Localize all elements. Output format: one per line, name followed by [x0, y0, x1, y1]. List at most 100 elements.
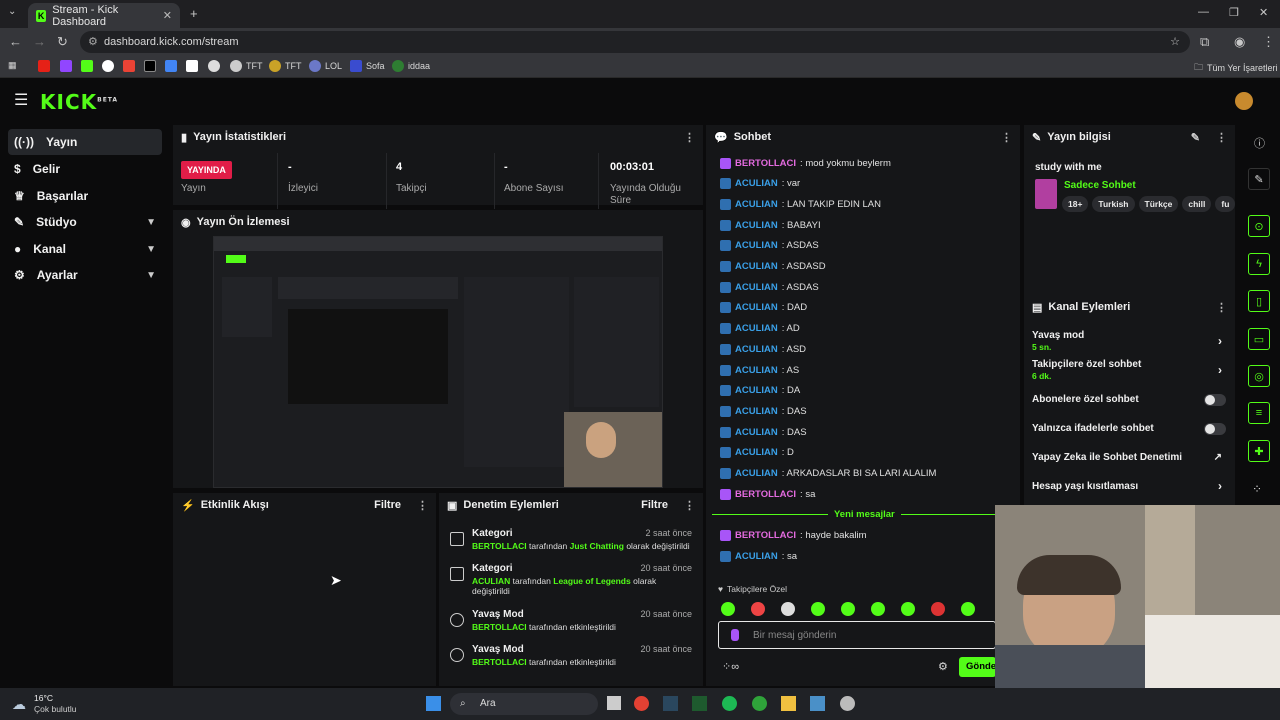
minimize-icon[interactable]: — [1198, 6, 1209, 18]
chat-username[interactable]: ACULIAN [735, 344, 778, 355]
extensions-icon[interactable]: ⧉ [1200, 34, 1209, 50]
steam-app-icon[interactable] [810, 696, 825, 711]
chat-username[interactable]: ACULIAN [735, 468, 778, 479]
chat-username[interactable]: ACULIAN [735, 178, 778, 189]
slow-mode-row[interactable]: Yavaş mod 5 sn. › [1032, 330, 1228, 352]
bookmark-tft-2[interactable]: TFT [269, 60, 302, 72]
spotify-taskbar-icon[interactable] [722, 696, 737, 711]
bookmark-google[interactable] [102, 60, 114, 72]
sidebar-item-studyo[interactable]: ✎ Stüdyo ▼ [8, 209, 162, 235]
sidebar-item-gelir[interactable]: $ Gelir [8, 156, 162, 182]
broadcast-rail-icon[interactable]: ◎ [1248, 365, 1270, 387]
more-options-icon[interactable]: ⋮ [1216, 301, 1227, 314]
age-restriction-row[interactable]: Hesap yaşı kısıtlaması › [1032, 479, 1228, 493]
sidebar-item-kanal[interactable]: ● Kanal ▼ [8, 236, 162, 262]
chat-username[interactable]: ACULIAN [735, 261, 778, 272]
more-options-icon[interactable]: ⋮ [1216, 131, 1227, 144]
document-icon[interactable]: ▯ [1248, 290, 1270, 312]
emote-icon[interactable] [721, 602, 735, 616]
sidebar-item-yayin[interactable]: ((·)) Yayın [8, 129, 162, 155]
bookmark-misc[interactable] [208, 60, 220, 72]
chat-tools-icon[interactable]: ⁘∞ [722, 660, 739, 673]
app-taskbar-icon[interactable] [692, 696, 707, 711]
chat-username[interactable]: ACULIAN [735, 199, 778, 210]
emotes-only-toggle[interactable] [1204, 423, 1226, 435]
chrome-taskbar-icon[interactable] [634, 696, 649, 711]
filter-button[interactable]: Filtre [374, 499, 401, 511]
edit-icon[interactable]: ✎ [1191, 131, 1200, 144]
filter-button[interactable]: Filtre [641, 499, 668, 511]
app-taskbar-icon[interactable] [840, 696, 855, 711]
emote-icon[interactable] [781, 602, 795, 616]
followers-only-row[interactable]: Takipçilere özel sohbet 6 dk. › [1032, 359, 1228, 381]
apps-icon[interactable]: ▦ [8, 60, 17, 71]
extensions-rail-icon[interactable]: ⁘ [1252, 482, 1262, 496]
chat-username[interactable]: BERTOLLACI [735, 530, 796, 541]
sidebar-item-ayarlar[interactable]: ⚙ Ayarlar ▼ [8, 262, 162, 288]
emote-icon[interactable] [871, 602, 885, 616]
site-info-icon[interactable]: ⚙ [88, 31, 98, 53]
more-options-icon[interactable]: ⋮ [1001, 131, 1012, 144]
chat-username[interactable]: BERTOLLACI [735, 158, 796, 169]
hamburger-menu-icon[interactable]: ☰ [14, 90, 28, 110]
url-input[interactable]: ⚙ dashboard.kick.com/stream ☆ [80, 31, 1190, 53]
stack-icon[interactable]: ≡ [1248, 402, 1270, 424]
subs-only-toggle[interactable] [1204, 394, 1226, 406]
chat-username[interactable]: ACULIAN [735, 406, 778, 417]
edit-layout-icon[interactable]: ✎ [1248, 168, 1270, 190]
emote-icon[interactable] [751, 602, 765, 616]
bookmark-star-icon[interactable]: ☆ [1170, 31, 1180, 53]
bookmark-x[interactable] [144, 60, 156, 72]
browser-menu-icon[interactable]: ⋮ [1262, 34, 1275, 50]
windows-start-icon[interactable] [426, 696, 441, 711]
ai-moderation-row[interactable]: Yapay Zeka ile Sohbet Denetimi ↗ [1032, 452, 1228, 463]
more-options-icon[interactable]: ⋮ [417, 499, 428, 512]
send-button[interactable]: Gönder [959, 657, 996, 677]
tag[interactable]: chill [1182, 196, 1212, 212]
emote-icon[interactable] [931, 602, 945, 616]
more-options-icon[interactable]: ⋮ [684, 131, 695, 144]
tools-icon[interactable]: ✚ [1248, 440, 1270, 462]
new-tab-icon[interactable]: + [190, 6, 198, 21]
close-window-icon[interactable]: ✕ [1259, 6, 1268, 19]
emote-icon[interactable] [811, 602, 825, 616]
chat-bubble-icon[interactable]: ▭ [1248, 328, 1270, 350]
chat-username[interactable]: ACULIAN [735, 302, 778, 313]
tag[interactable]: Türkçe [1138, 196, 1179, 212]
profile-icon[interactable]: ◉ [1234, 34, 1245, 50]
bookmark-tft-1[interactable]: TFT [230, 60, 263, 72]
chat-username[interactable]: ACULIAN [735, 447, 778, 458]
bookmark-sofa[interactable]: Sofa [350, 60, 385, 72]
weather-icon[interactable]: ☁ [12, 696, 26, 713]
all-bookmarks[interactable]: 🗀 Tüm Yer İşaretleri [1194, 60, 1278, 76]
browser-tab[interactable]: K Stream - Kick Dashboard ✕ [28, 3, 180, 28]
reload-icon[interactable]: ↻ [57, 34, 68, 50]
kick-logo[interactable]: KICKBETA [40, 90, 118, 114]
chat-username[interactable]: ACULIAN [735, 323, 778, 334]
bookmark-translate[interactable] [165, 60, 177, 72]
emote-icon[interactable] [841, 602, 855, 616]
chat-username[interactable]: ACULIAN [735, 220, 778, 231]
focus-icon[interactable]: ⊙ [1248, 215, 1270, 237]
bookmark-kick[interactable] [81, 60, 93, 72]
chat-username[interactable]: ACULIAN [735, 385, 778, 396]
file-explorer-icon[interactable] [781, 696, 796, 711]
bookmark-gmail[interactable] [123, 60, 135, 72]
tag[interactable]: fu [1215, 196, 1235, 212]
taskbar-search[interactable]: ⌕ Ara [450, 693, 598, 715]
bookmark-twitch[interactable] [60, 60, 72, 72]
close-tab-icon[interactable]: ✕ [163, 9, 172, 22]
bookmark-iddaa[interactable]: iddaa [392, 60, 430, 72]
chat-username[interactable]: ACULIAN [735, 240, 778, 251]
maximize-icon[interactable]: ❐ [1229, 6, 1239, 19]
steam-taskbar-icon[interactable] [663, 696, 678, 711]
chat-settings-icon[interactable]: ⚙ [938, 660, 948, 673]
tab-list-icon[interactable]: ⌄ [8, 6, 16, 17]
more-options-icon[interactable]: ⋮ [684, 499, 695, 512]
stream-category[interactable]: Sadece Sohbet [1064, 180, 1136, 191]
info-icon[interactable]: ⓘ [1254, 135, 1265, 151]
chat-username[interactable]: BERTOLLACI [735, 489, 796, 500]
emote-icon[interactable] [961, 602, 975, 616]
bookmark-youtube[interactable] [38, 60, 50, 72]
back-icon[interactable]: ← [9, 34, 22, 49]
